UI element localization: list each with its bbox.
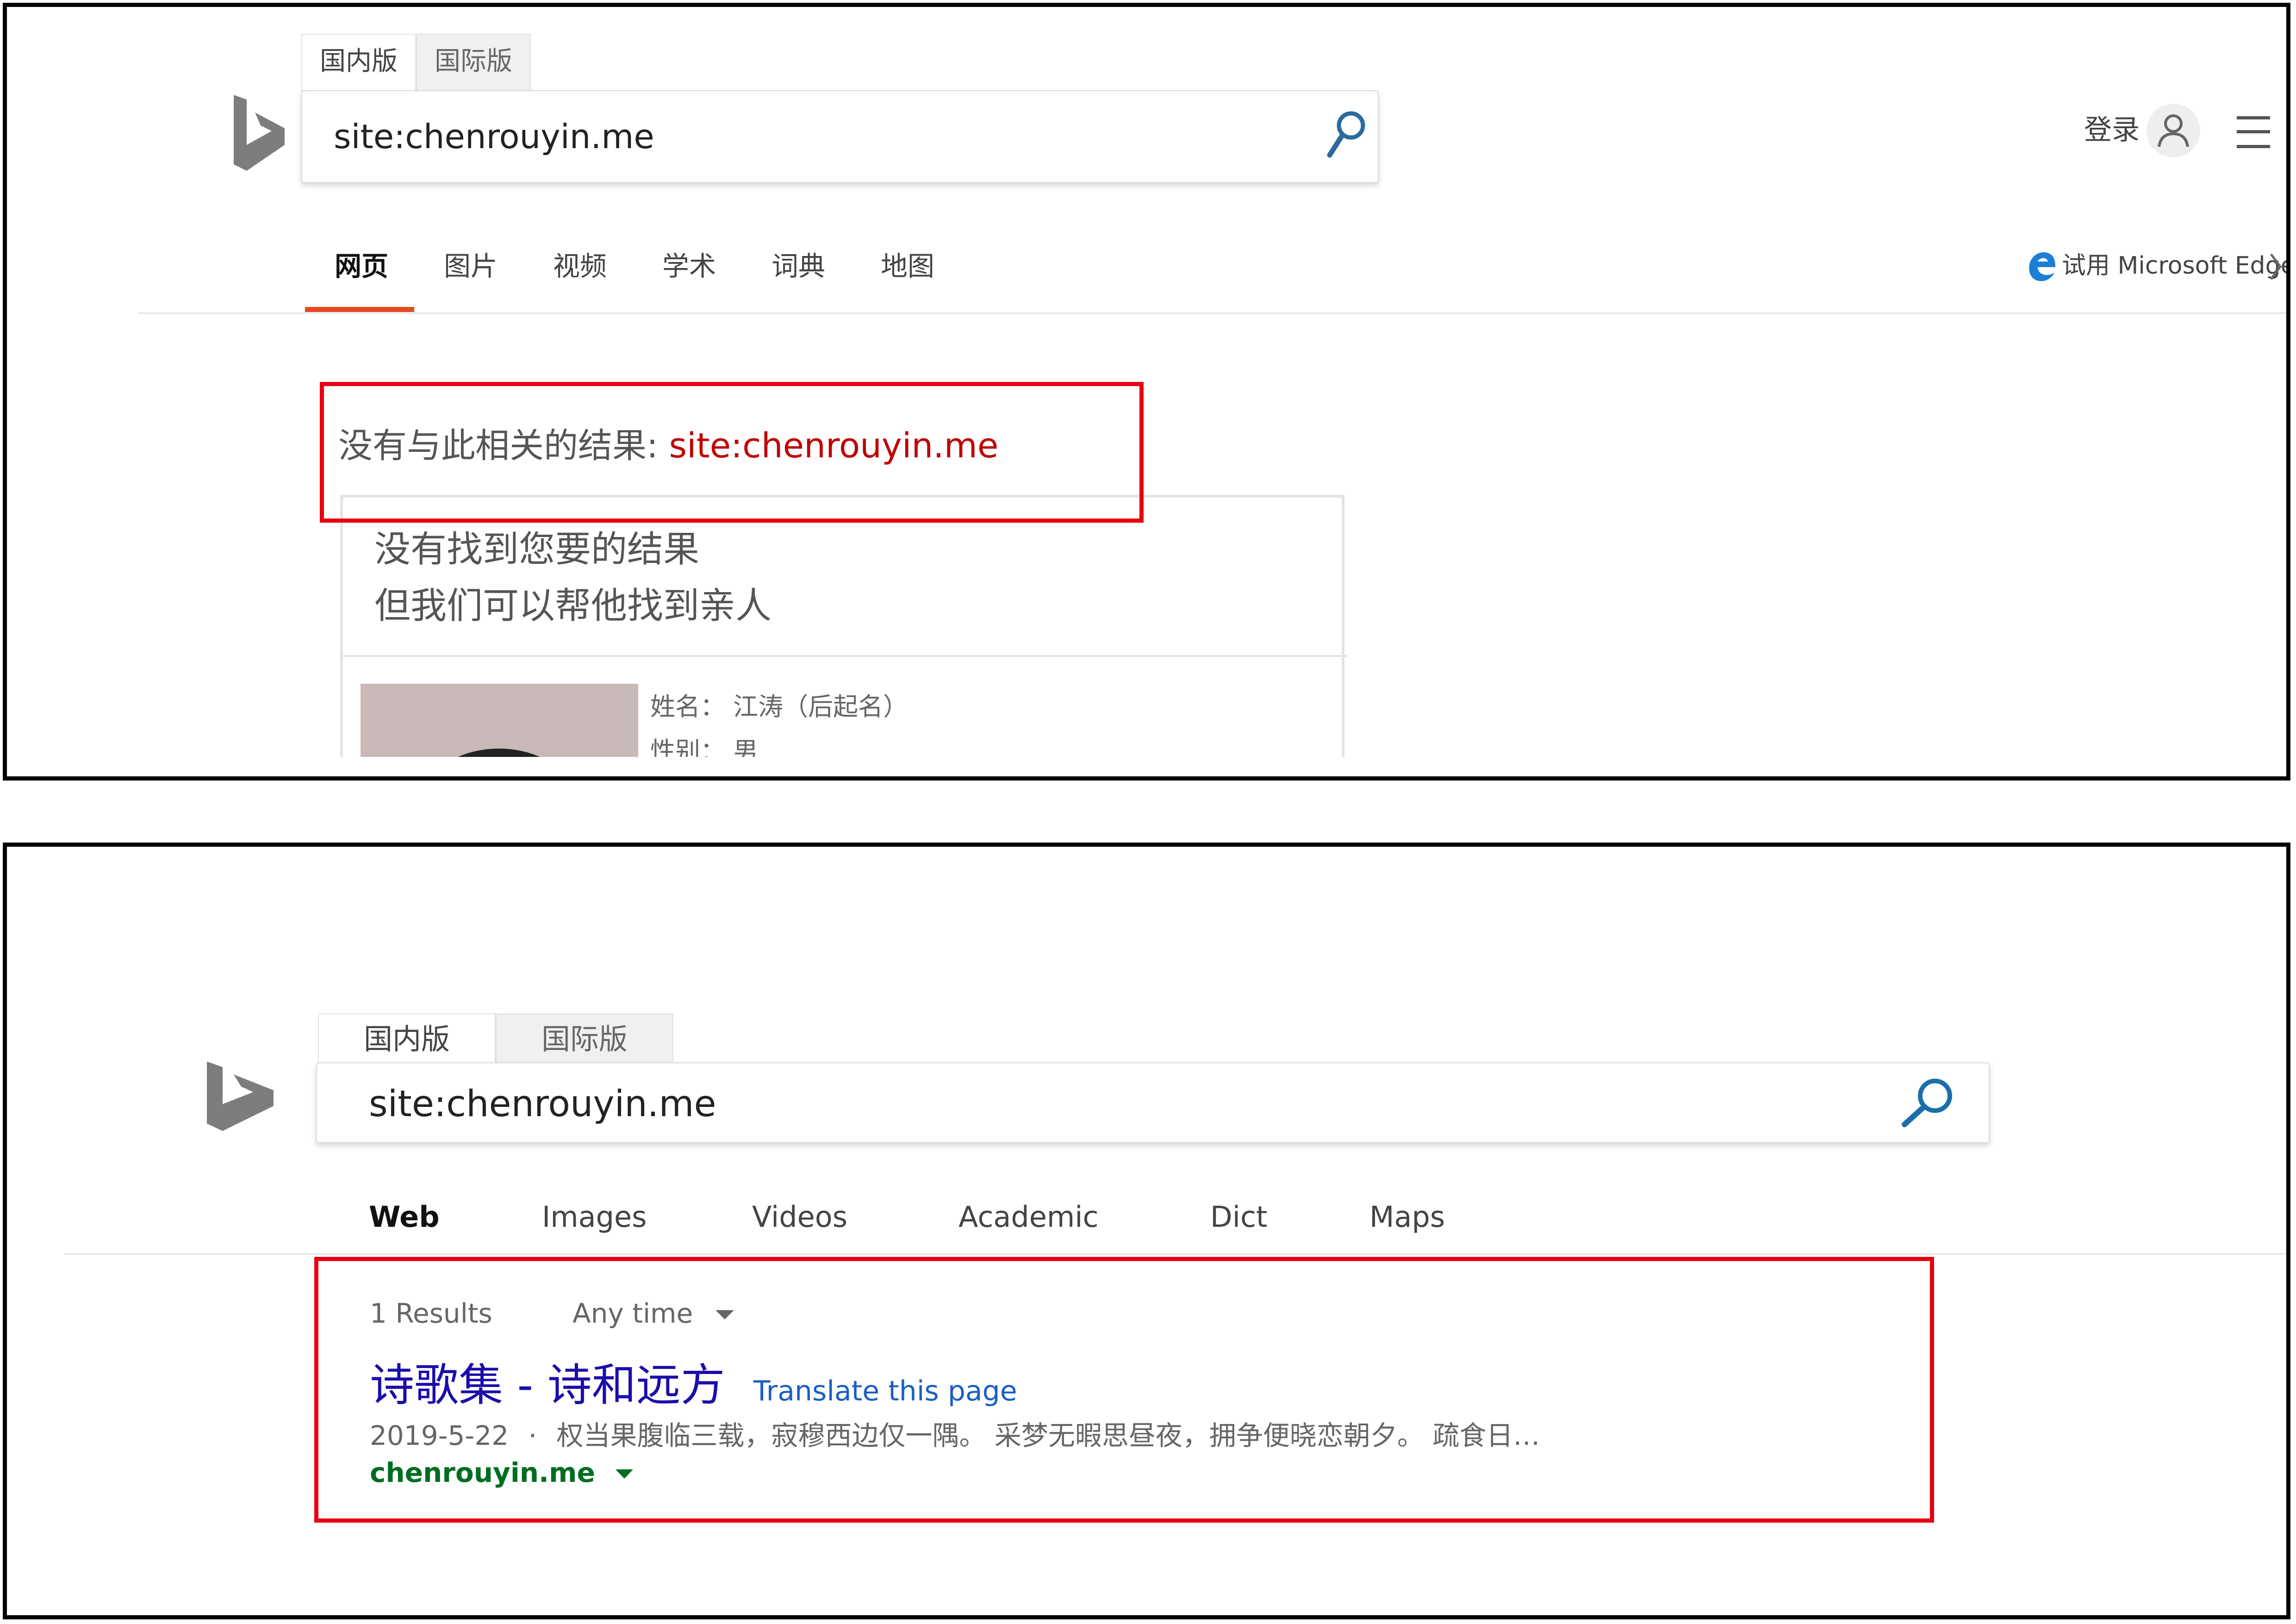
top-bing-screenshot: 国内版 国际版 site:chenrouyin.me 登录 网页 图片 视频 学… [3, 3, 2290, 781]
tab-dict[interactable]: Dict [1210, 1198, 1267, 1237]
tab-academic[interactable]: Academic [958, 1198, 1099, 1237]
tab-images[interactable]: Images [542, 1198, 647, 1237]
chevron-right-icon[interactable] [2268, 252, 2283, 281]
search-icon[interactable] [1324, 109, 1369, 161]
search-input[interactable]: site:chenrouyin.me [369, 1081, 716, 1127]
user-avatar-icon[interactable] [2145, 102, 2202, 159]
login-link[interactable]: 登录 [2084, 112, 2140, 149]
edge-browser-icon[interactable] [2027, 247, 2057, 284]
scope-tab-domestic[interactable]: 国内版 [301, 34, 416, 94]
edge-promo-link[interactable]: 试用 Microsoft Edge [2062, 250, 2286, 282]
search-icon[interactable] [1900, 1076, 1957, 1130]
search-box[interactable]: site:chenrouyin.me [316, 1062, 1990, 1143]
tab-academic[interactable]: 学术 [662, 249, 716, 284]
missing-card-line2: 但我们可以帮他找到亲人 [374, 585, 772, 627]
missing-card-divider [343, 655, 1347, 657]
highlight-box-no-result [320, 382, 1144, 523]
hamburger-menu-icon[interactable] [2237, 116, 2270, 150]
tab-dict[interactable]: 词典 [772, 249, 825, 284]
search-input[interactable]: site:chenrouyin.me [334, 114, 654, 159]
tab-maps[interactable]: 地图 [881, 249, 934, 284]
bing-logo-icon[interactable] [234, 95, 285, 178]
active-tab-indicator [305, 307, 414, 312]
missing-person-name: 姓名： 江涛（后起名） [650, 692, 908, 721]
scope-tab-international[interactable]: 国际版 [496, 1013, 673, 1066]
search-box[interactable]: site:chenrouyin.me [301, 90, 1379, 183]
tab-maps[interactable]: Maps [1369, 1198, 1445, 1237]
bottom-bing-screenshot: 国内版 国际版 site:chenrouyin.me Web Images Vi… [3, 843, 2290, 1619]
missing-person-card[interactable]: 没有找到您要的结果 但我们可以帮他找到亲人 姓名： 江涛（后起名） 性别： 男 [340, 495, 1347, 776]
missing-card-line1: 没有找到您要的结果 [374, 529, 700, 570]
highlight-box-results [314, 1257, 1934, 1523]
tab-videos[interactable]: 视频 [553, 249, 607, 284]
scope-tab-domestic[interactable]: 国内版 [318, 1013, 496, 1066]
nav-divider [138, 312, 2286, 314]
tab-videos[interactable]: Videos [752, 1198, 847, 1237]
bing-logo-icon[interactable] [207, 1062, 274, 1131]
tab-web[interactable]: 网页 [335, 249, 388, 284]
scope-tab-international[interactable]: 国际版 [416, 34, 531, 94]
tab-web[interactable]: Web [369, 1198, 440, 1237]
nav-divider [64, 1253, 2286, 1255]
tab-images[interactable]: 图片 [444, 249, 498, 284]
